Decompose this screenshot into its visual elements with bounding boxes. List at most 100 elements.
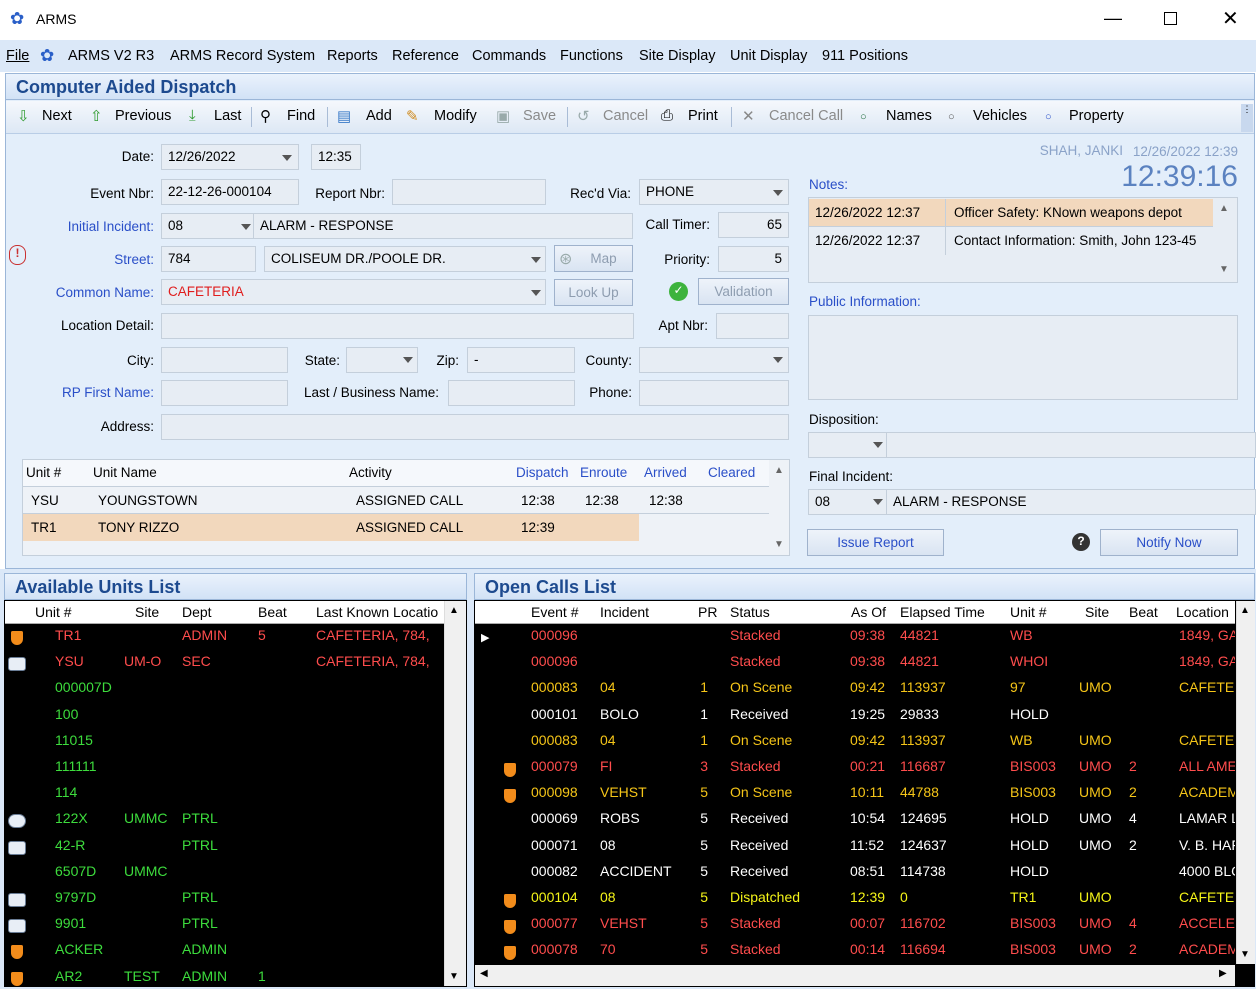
street-number-field[interactable]: 784	[161, 246, 256, 272]
calls-scroll-down-icon[interactable]: ▼	[1240, 949, 1250, 960]
calls-scroll-right-icon[interactable]: ▶	[1219, 968, 1227, 979]
disposition-dropdown-icon[interactable]	[873, 442, 883, 448]
menu-911-positions[interactable]: 911 Positions	[822, 48, 908, 64]
location-detail-field[interactable]	[161, 313, 634, 339]
menu-site-display[interactable]: Site Display	[639, 48, 716, 64]
look-up-button[interactable]: Look Up	[554, 279, 633, 306]
col-activity[interactable]: Activity	[349, 465, 392, 480]
common-name-dropdown-icon[interactable]	[531, 290, 541, 296]
menu-functions[interactable]: Functions	[560, 48, 623, 64]
cancel-call-button[interactable]: Cancel Call	[769, 108, 843, 124]
menu-arms-record-system[interactable]: ARMS Record System	[170, 48, 315, 64]
previous-button[interactable]: Previous	[115, 108, 171, 124]
rp-first-name-field[interactable]	[161, 380, 288, 406]
street-dropdown-icon[interactable]	[531, 257, 541, 263]
avail-col-site[interactable]: Site	[135, 604, 159, 620]
avail-col-location[interactable]: Last Known Locatio	[316, 604, 438, 620]
calls-scroll-up-icon[interactable]: ▲	[1240, 605, 1250, 616]
col-enroute[interactable]: Enroute	[580, 465, 627, 480]
issue-report-button[interactable]: Issue Report	[807, 529, 944, 556]
avail-col-beat[interactable]: Beat	[258, 604, 287, 620]
final-incident-dropdown-icon[interactable]	[873, 499, 883, 505]
open-call-cell: ACCIDENT	[600, 862, 672, 879]
calls-col-location[interactable]: Location	[1176, 604, 1229, 620]
calls-col-status[interactable]: Status	[730, 604, 770, 620]
address-field[interactable]	[161, 414, 789, 440]
event-nbr-field[interactable]: 22-12-26-000104	[161, 179, 299, 205]
zip-field[interactable]: -	[467, 347, 575, 373]
close-icon[interactable]: ✕	[1222, 6, 1239, 31]
units-scroll-down-icon[interactable]: ▼	[774, 539, 784, 550]
col-unit-name[interactable]: Unit Name	[93, 465, 157, 480]
col-unit[interactable]: Unit #	[26, 465, 61, 480]
priority-field[interactable]: 5	[718, 246, 789, 272]
menu-reports[interactable]: Reports	[327, 48, 378, 64]
time-field[interactable]: 12:35	[311, 144, 361, 170]
common-name-select[interactable]: CAFETERIA	[161, 279, 546, 305]
incident-desc-field[interactable]: ALARM - RESPONSE	[253, 213, 633, 239]
col-dispatch[interactable]: Dispatch	[516, 465, 569, 480]
calls-col-elapsed[interactable]: Elapsed Time	[900, 604, 985, 620]
menu-unit-display[interactable]: Unit Display	[730, 48, 807, 64]
notes-scroll-up-icon[interactable]: ▲	[1219, 203, 1229, 214]
county-select[interactable]	[639, 347, 789, 373]
add-button[interactable]: Add	[366, 108, 392, 124]
notify-now-button[interactable]: Notify Now	[1100, 529, 1238, 556]
available-scroll-up-icon[interactable]: ▲	[449, 605, 459, 616]
available-scrollbar[interactable]	[444, 601, 466, 986]
phone-field[interactable]	[639, 380, 789, 406]
calls-col-unit[interactable]: Unit #	[1010, 604, 1047, 620]
calls-scroll-left-icon[interactable]: ◀	[480, 968, 488, 979]
save-button[interactable]: Save	[523, 108, 556, 124]
apt-nbr-field[interactable]	[716, 313, 789, 339]
open-calls-scrollbar[interactable]	[1236, 601, 1255, 964]
help-icon[interactable]: ?	[1072, 533, 1090, 551]
validation-button[interactable]: Validation	[698, 278, 789, 305]
modify-button[interactable]: Modify	[434, 108, 477, 124]
report-nbr-field[interactable]	[392, 179, 546, 205]
street-name-select[interactable]: COLISEUM DR./POOLE DR.	[264, 246, 546, 272]
col-cleared[interactable]: Cleared	[708, 465, 755, 480]
cancel-button[interactable]: Cancel	[603, 108, 648, 124]
avail-col-unit[interactable]: Unit #	[35, 604, 72, 620]
date-dropdown-icon[interactable]	[282, 155, 292, 161]
map-button[interactable]: ⊛ Map	[554, 245, 633, 272]
available-scroll-down-icon[interactable]: ▼	[449, 971, 459, 982]
calls-col-as-of[interactable]: As Of	[851, 604, 886, 620]
incident-dropdown-icon[interactable]	[241, 224, 251, 230]
city-field[interactable]	[161, 347, 288, 373]
calls-col-pr[interactable]: PR	[698, 604, 717, 620]
date-field[interactable]: 12/26/2022	[161, 144, 299, 170]
menu-file[interactable]: File	[6, 48, 29, 64]
state-dropdown-icon[interactable]	[403, 357, 413, 363]
next-button[interactable]: Next	[42, 108, 72, 124]
minimize-icon[interactable]: —	[1104, 8, 1122, 29]
county-dropdown-icon[interactable]	[773, 357, 783, 363]
final-incident-desc-field[interactable]: ALARM - RESPONSE	[886, 489, 1256, 515]
menu-commands[interactable]: Commands	[472, 48, 546, 64]
toolbar-overflow-icon[interactable]: ⋮	[1241, 104, 1253, 132]
units-scroll-up-icon[interactable]: ▲	[774, 465, 784, 476]
print-button[interactable]: Print	[688, 108, 718, 124]
calls-col-event[interactable]: Event #	[531, 604, 578, 620]
property-button[interactable]: Property	[1069, 108, 1124, 124]
menu-arms-v2[interactable]: ARMS V2 R3	[68, 48, 154, 64]
notes-scroll-down-icon[interactable]: ▼	[1219, 264, 1229, 275]
calls-col-site[interactable]: Site	[1085, 604, 1109, 620]
menu-reference[interactable]: Reference	[392, 48, 459, 64]
calls-col-incident[interactable]: Incident	[600, 604, 649, 620]
names-button[interactable]: Names	[886, 108, 932, 124]
maximize-icon[interactable]	[1164, 12, 1177, 25]
recd-via-select[interactable]: PHONE	[639, 179, 789, 205]
disposition-desc-field[interactable]	[886, 432, 1256, 458]
avail-col-dept[interactable]: Dept	[182, 604, 212, 620]
last-button[interactable]: Last	[214, 108, 241, 124]
find-button[interactable]: Find	[287, 108, 315, 124]
open-calls-hscrollbar[interactable]	[475, 965, 1235, 986]
calls-col-beat[interactable]: Beat	[1129, 604, 1158, 620]
last-business-name-field[interactable]	[448, 380, 575, 406]
col-arrived[interactable]: Arrived	[644, 465, 687, 480]
recd-via-dropdown-icon[interactable]	[773, 190, 783, 196]
public-info-field[interactable]	[808, 315, 1238, 400]
vehicles-button[interactable]: Vehicles	[973, 108, 1027, 124]
